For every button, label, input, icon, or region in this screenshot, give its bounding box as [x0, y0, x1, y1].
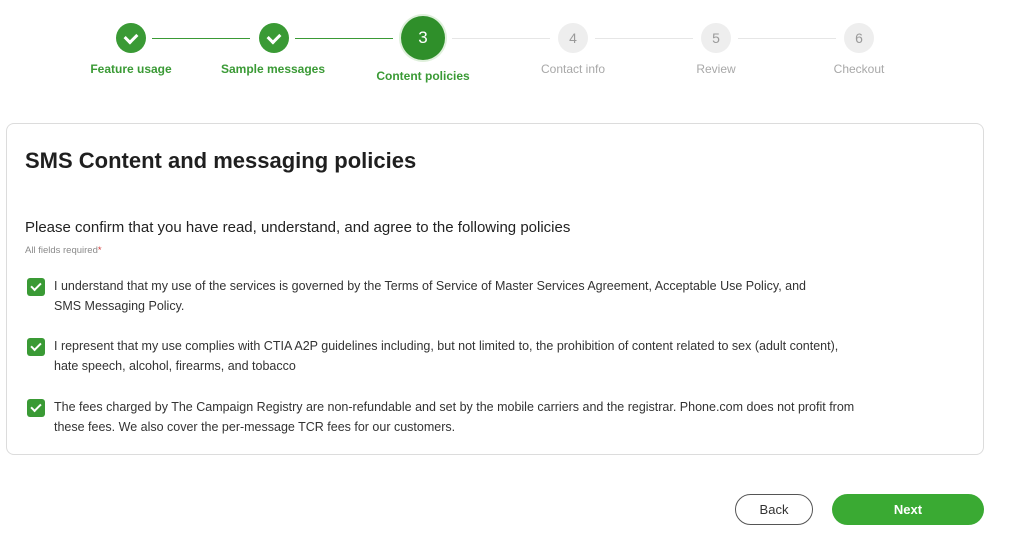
policy-text-line: The fees charged by The Campaign Registr… — [54, 400, 855, 414]
step-label: Checkout — [833, 62, 885, 76]
policies-intro: Please confirm that you have read, under… — [25, 219, 571, 236]
policy-checkbox[interactable] — [27, 278, 45, 296]
policies-card: SMS Content and messaging policies Pleas… — [6, 123, 984, 455]
step-connector — [738, 38, 836, 39]
back-button[interactable]: Back — [735, 494, 813, 525]
step-complete-indicator — [116, 23, 146, 53]
required-note: All fields required* — [25, 245, 102, 256]
step-connector — [452, 38, 550, 39]
step-label: Contact info — [540, 62, 606, 76]
required-marker: * — [97, 245, 102, 256]
policy-checkbox[interactable] — [27, 399, 45, 417]
policy-text-line: I understand that my use of the services… — [54, 279, 806, 293]
step-complete-indicator — [259, 23, 289, 53]
checkmark-icon — [30, 339, 42, 352]
step-number-badge: 6 — [844, 23, 874, 53]
step-label: Feature usage — [90, 62, 172, 76]
step-connector — [152, 38, 250, 39]
policy-text: The fees charged by The Campaign Registr… — [54, 397, 924, 437]
step-label: Content policies — [376, 69, 470, 83]
policy-text-line: I represent that my use complies with CT… — [54, 339, 839, 353]
policy-checkbox[interactable] — [27, 338, 45, 356]
step-label: Sample messages — [220, 62, 326, 76]
step-connector — [295, 38, 393, 39]
checkmark-icon — [30, 279, 42, 292]
policy-text: I understand that my use of the services… — [54, 276, 924, 316]
checkmark-icon — [123, 29, 139, 45]
step-label: Review — [696, 62, 736, 76]
policy-text-line: SMS Messaging Policy. — [54, 299, 185, 313]
policy-text-line: hate speech, alcohol, firearms, and toba… — [54, 359, 296, 373]
next-button[interactable]: Next — [832, 494, 984, 525]
step-number-badge: 4 — [558, 23, 588, 53]
checkmark-icon — [266, 29, 282, 45]
step-connector — [595, 38, 693, 39]
policy-text: I represent that my use complies with CT… — [54, 336, 924, 376]
step-number-badge: 5 — [701, 23, 731, 53]
step-number-badge: 3 — [401, 16, 445, 60]
required-text: All fields required — [25, 245, 98, 256]
policy-text-line: these fees. We also cover the per-messag… — [54, 420, 456, 434]
progress-stepper: Feature usage Sample messages 3 Content … — [0, 0, 1015, 100]
checkmark-icon — [30, 400, 42, 413]
page-title: SMS Content and messaging policies — [25, 148, 417, 173]
